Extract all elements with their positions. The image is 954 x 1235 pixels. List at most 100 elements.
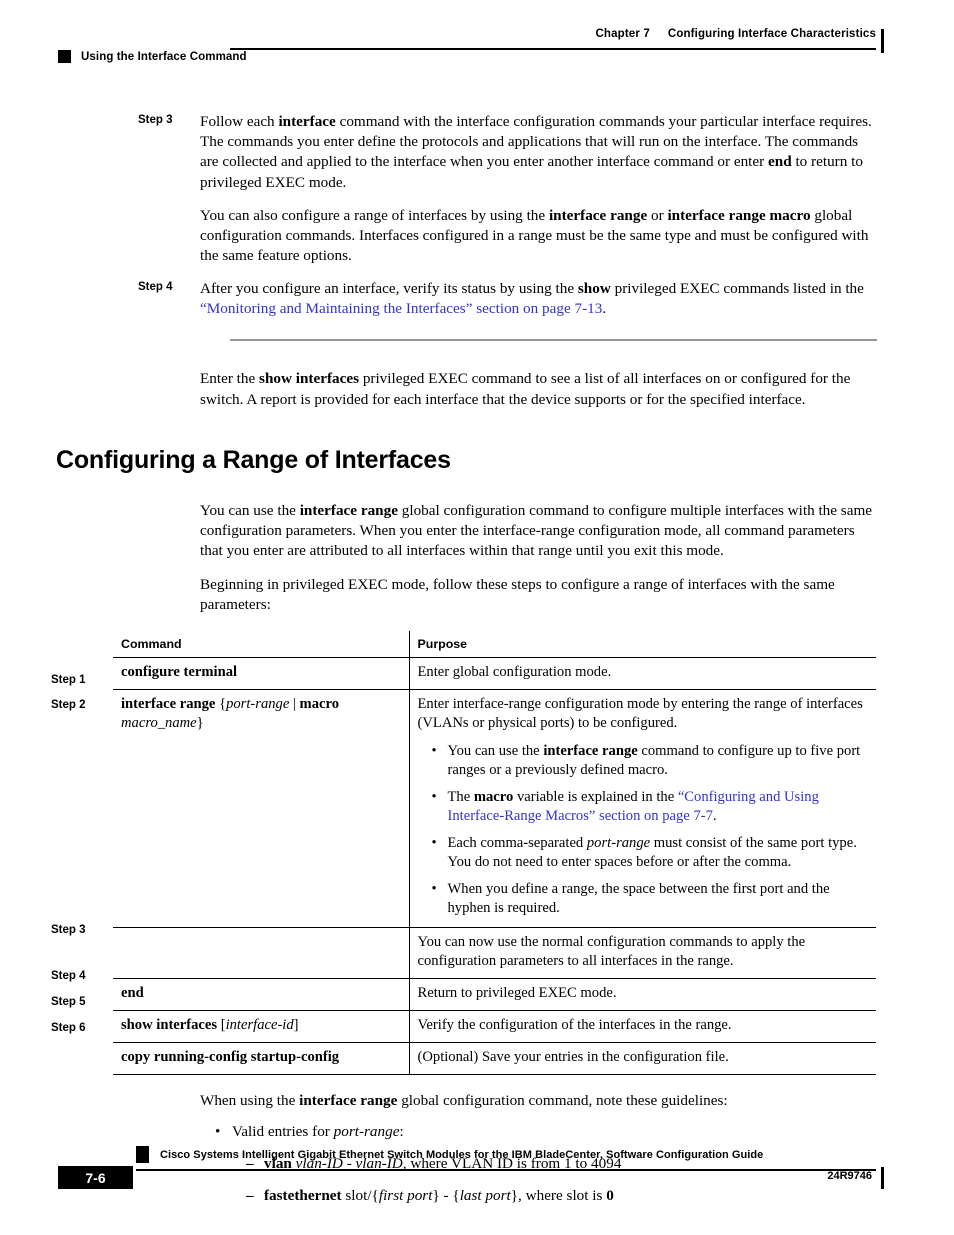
table-step-label-3: Step 3 (51, 924, 86, 936)
table-header-command: Command (113, 631, 410, 658)
step4-paragraph-1: After you configure an interface, verify… (200, 279, 873, 319)
text-run: } (196, 715, 204, 732)
text-run: or (647, 206, 668, 224)
step-block-4: Step 4 After you configure an interface,… (0, 279, 954, 319)
table-cell-command-1: configure terminal (113, 657, 410, 690)
text-run: global configuration command, note these… (397, 1091, 728, 1109)
command-keyword: show (577, 279, 611, 297)
command-keyword: interface range (299, 501, 398, 519)
command-keyword: interface range (121, 696, 216, 713)
command-variable: port-range (226, 696, 290, 713)
section-heading-block: Configuring a Range of Interfaces (56, 446, 954, 475)
command-keyword: macro (299, 696, 339, 713)
text-run: After you configure an interface, verify… (200, 279, 578, 297)
command-keyword: show interfaces (121, 1016, 218, 1033)
command-variable: interface-id (225, 1016, 294, 1033)
table-row: copy running-config startup-config (Opti… (113, 1041, 876, 1075)
table-cell-purpose-5: Verify the configuration of the interfac… (409, 1009, 876, 1043)
table-cell-command-4: end (113, 977, 410, 1011)
header-chapter-info: Chapter 7 Configuring Interface Character… (595, 28, 876, 40)
header-chapter-number: Chapter 7 (595, 28, 650, 40)
command-keyword: interface range (548, 206, 648, 224)
text-run: : (399, 1122, 404, 1140)
table-row: configure terminal Enter global configur… (113, 657, 876, 690)
text-run: When you define a range, the space betwe… (447, 880, 830, 916)
text-run: You can also configure a range of interf… (200, 206, 549, 224)
footer-square-icon (136, 1146, 149, 1163)
table-cell-command-3 (113, 926, 410, 979)
table-cell-purpose-3: You can now use the normal configuration… (409, 926, 876, 979)
text-run: Each comma-separated (447, 834, 587, 851)
text-run: You can use the (447, 743, 544, 760)
table-cell-purpose-6: (Optional) Save your entries in the conf… (409, 1041, 876, 1075)
header-chapter-title: Configuring Interface Characteristics (667, 28, 876, 40)
intro-paragraph: Enter the show interfaces privileged EXE… (200, 369, 873, 409)
intro-paragraph-block: Enter the show interfaces privileged EXE… (200, 369, 873, 409)
step-body-4: After you configure an interface, verify… (200, 279, 873, 319)
header-running-head-label: Using the Interface Command (81, 50, 247, 63)
step3-paragraph-1: Follow each interface command with the i… (200, 112, 873, 193)
text-run: ] (293, 1016, 299, 1033)
table-cell-purpose-1: Enter global configuration mode. (409, 657, 876, 690)
table-header-purpose: Purpose (417, 637, 468, 651)
text-run: privileged EXEC commands listed in the (610, 279, 864, 297)
bullet-item: When you define a range, the space betwe… (432, 880, 869, 918)
cross-reference-link-monitoring[interactable]: “Monitoring and Maintaining the Interfac… (200, 300, 602, 317)
command-variable: macro_name (121, 715, 197, 732)
header-rule (230, 48, 876, 50)
footer-edge-tab (880, 1167, 884, 1189)
table-row: end Return to privileged EXEC mode. (113, 977, 876, 1011)
command-keyword: interface range (543, 743, 638, 760)
table-row: You can now use the normal configuration… (113, 926, 876, 979)
text-run: Valid entries for (232, 1122, 334, 1140)
square-bullet-icon (58, 50, 71, 63)
step-block-3: Step 3 Follow each interface command wit… (0, 112, 954, 267)
table-step-label-5: Step 5 (51, 996, 86, 1008)
command-keyword: interface (278, 113, 336, 130)
text-run: variable is explained in the (513, 788, 678, 805)
command-keyword: end (768, 153, 792, 171)
step-body-3: Follow each interface command with the i… (200, 112, 873, 267)
procedure-table-wrapper: Step 1 Step 2 Step 3 Step 4 Step 5 Step … (0, 631, 954, 1075)
purpose-bullet-list: You can use the interface range command … (418, 742, 869, 918)
procedure-step-labels: Step 1 Step 2 Step 3 Step 4 Step 5 Step … (0, 631, 113, 1075)
text-run: { (215, 696, 227, 713)
step3-paragraph-2: You can also configure a range of interf… (200, 206, 873, 267)
command-variable: port-range (586, 834, 651, 851)
page-header: Chapter 7 Configuring Interface Character… (0, 28, 954, 74)
footer-document-title: Cisco Systems Intelligent Gigabit Ethern… (160, 1149, 764, 1161)
text-run: [ (217, 1016, 226, 1033)
table-header-row: Command Purpose (113, 631, 876, 658)
text-run: . (712, 807, 717, 824)
table-row: interface range {port-range | macro macro… (113, 689, 876, 928)
footer-document-number: 24R9746 (827, 1170, 872, 1182)
table-step-label-6: Step 6 (51, 1022, 86, 1034)
guidelines-intro: When using the interface range global co… (200, 1091, 873, 1111)
text-run: The (447, 788, 474, 805)
text-run: Follow each (200, 113, 279, 130)
table-row: show interfaces [interface-id] Verify th… (113, 1009, 876, 1043)
table-step-label-2: Step 2 (51, 699, 86, 711)
section-divider-rule (230, 338, 877, 342)
footer-page-number: 7-6 (58, 1166, 133, 1189)
header-edge-tab (880, 29, 884, 53)
table-cell-command-5: show interfaces [interface-id] (113, 1009, 410, 1043)
purpose-intro-text: Enter interface-range configuration mode… (417, 696, 863, 732)
page-title: Configuring a Range of Interfaces (56, 445, 451, 474)
header-running-head: Using the Interface Command (58, 50, 247, 63)
procedure-table: Command Purpose configure terminal Enter… (113, 631, 876, 1075)
section-body-block: You can use the interface range global c… (200, 501, 873, 615)
page-content: Step 3 Follow each interface command wit… (0, 112, 954, 1219)
step-label-3: Step 3 (138, 114, 173, 126)
table-step-label-1: Step 1 (51, 674, 86, 686)
step-label-4: Step 4 (138, 280, 173, 293)
table-cell-purpose-4: Return to privileged EXEC mode. (409, 977, 876, 1011)
bullet-item: Each comma-separated port-range must con… (432, 834, 869, 872)
command-keyword: show interfaces (259, 370, 360, 388)
command-keyword: macro (473, 788, 514, 805)
section-paragraph-2: Beginning in privileged EXEC mode, follo… (200, 575, 835, 613)
document-page: Chapter 7 Configuring Interface Character… (0, 0, 954, 1235)
footer-rule (136, 1169, 876, 1171)
text-run: Enter the (200, 370, 260, 388)
bullet-item: The macro variable is explained in the “… (432, 788, 869, 826)
